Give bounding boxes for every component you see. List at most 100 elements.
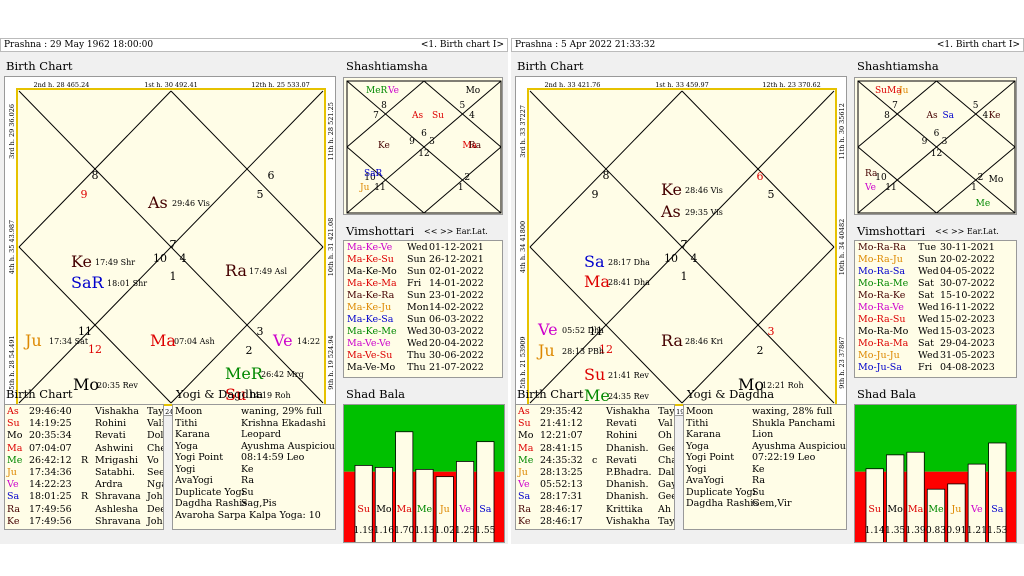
planet-row[interactable]: Me 24:35:32 c Revati Cha bbox=[518, 455, 674, 467]
shad-bala-chart[interactable]: Su 1.19 Mo 1.16 Ma 1.70 Me 1.13 Ju 1.02 Ve 1.25 Sa 1.… bbox=[343, 404, 505, 543]
shash-house-number: 8 bbox=[381, 101, 387, 111]
yogi-row: AvaYogi Ra bbox=[175, 475, 335, 487]
house-number: 7 bbox=[681, 238, 688, 251]
dasha-row[interactable]: Ma-Ke-Su Sun 26-12-2021 bbox=[347, 254, 502, 266]
planet-row[interactable]: Ve 14:22:23 Ardra Nga bbox=[7, 479, 163, 491]
dasha-period: Ma-Ve-Ve bbox=[347, 338, 391, 349]
dasha-row[interactable]: Ma-Ke-Ve Wed 01-12-2021 bbox=[347, 242, 502, 254]
dasha-row[interactable]: Ma-Ke-Mo Sun 02-01-2022 bbox=[347, 266, 502, 278]
chart-selector[interactable]: <1. Birth chart I> bbox=[421, 39, 504, 51]
dasha-row[interactable]: Mo-Ra-Mo Wed 15-03-2023 bbox=[858, 326, 1016, 338]
shad-label-ve: Ve bbox=[970, 504, 983, 515]
dasha-day: Sun bbox=[407, 314, 426, 325]
planet-row[interactable]: As 29:35:42 Vishakha Tay bbox=[518, 406, 674, 418]
planet-nakshatra: Rohini bbox=[95, 418, 127, 430]
birth-chart[interactable]: 2nd h. 33 421.766th h. 31 378.161st h. 3… bbox=[515, 76, 847, 416]
yogi-row: Moon waxing, 28% full bbox=[686, 406, 846, 418]
planet-degree: 14:22:23 bbox=[29, 479, 72, 491]
dasha-period: Mo-Ra-Sa bbox=[858, 266, 906, 277]
yogi-value: Ra bbox=[241, 475, 255, 486]
planet-su-degree: 21:41 Rev bbox=[608, 371, 649, 380]
shad-label-sa: Sa bbox=[479, 504, 492, 515]
dasha-row[interactable]: Mo-Ra-Me Sat 30-07-2022 bbox=[858, 278, 1016, 290]
planet-table[interactable]: As 29:35:42 Vishakha Tay Su 21:41:12 Revati Val… bbox=[515, 404, 675, 530]
dasha-row[interactable]: Ma-Ve-Ve Wed 20-04-2022 bbox=[347, 338, 502, 350]
dasha-row[interactable]: Mo-Ra-Ra Tue 30-11-2021 bbox=[858, 242, 1016, 254]
planet-row[interactable]: Ma 07:04:07 Ashwini Che bbox=[7, 443, 163, 455]
planet-as-label: As bbox=[147, 193, 168, 212]
dasha-row[interactable]: Mo-Ra-Su Wed 15-02-2023 bbox=[858, 314, 1016, 326]
planet-row[interactable]: Mo 20:35:34 Revati Dol bbox=[7, 430, 163, 442]
yogi-dagdha-box[interactable]: Moon waning, 29% full Tithi Krishna Ekadash… bbox=[172, 404, 336, 530]
planet-row[interactable]: Ju 28:13:25 P.Bhadra. Dal bbox=[518, 467, 674, 479]
planet-abbr: Me bbox=[7, 454, 23, 466]
yogi-value: 07:22:19 Leo bbox=[752, 452, 816, 463]
chart-selector[interactable]: <1. Birth chart I> bbox=[937, 39, 1020, 51]
planet-nakshatra: Ashwini bbox=[95, 442, 134, 454]
dasha-row[interactable]: Ma-Ke-Ra Sun 23-01-2022 bbox=[347, 290, 502, 302]
planet-ra-label: Ra bbox=[661, 331, 683, 350]
house-strength-right: 11th h. 28 521.25 bbox=[327, 102, 335, 161]
planet-nakshatra: Mrigashi bbox=[95, 454, 139, 466]
yogi-dagdha-box[interactable]: Moon waxing, 28% full Tithi Shukla Panchami… bbox=[683, 404, 847, 530]
shad-bala-chart[interactable]: Su 1.14 Mo 1.35 Ma 1.39 Me 0.83 Ju 0.91 Ve 1.21 Sa 1.… bbox=[854, 404, 1017, 543]
house-number: 8 bbox=[92, 169, 99, 182]
planet-degree: 05:52:13 bbox=[540, 479, 583, 491]
dasha-row[interactable]: Mo-Ju-Sa Fri 04-08-2023 bbox=[858, 362, 1016, 374]
planet-row[interactable]: Ra 28:46:17 Krittika Ah bbox=[518, 504, 674, 516]
dasha-row[interactable]: Mo-Ju-Ju Wed 31-05-2023 bbox=[858, 350, 1016, 362]
dasha-row[interactable]: Mo-Ra-Ma Sat 29-04-2023 bbox=[858, 338, 1016, 350]
dasha-period: Ma-Ke-Mo bbox=[347, 266, 397, 277]
shad-value-mo: 1.16 bbox=[374, 526, 394, 536]
planet-row[interactable]: Sa 28:17:31 Dhanish. Gee bbox=[518, 491, 674, 503]
planet-row[interactable]: Ma 28:41:15 Dhanish. Gee bbox=[518, 443, 674, 455]
planet-degree: 28:13:25 bbox=[540, 466, 583, 478]
dasha-list[interactable]: Ma-Ke-Ve Wed 01-12-2021 Ma-Ke-Su Sun 26-12-20… bbox=[343, 240, 503, 378]
planet-degree: 14:19:25 bbox=[29, 418, 72, 430]
yogi-value: Su bbox=[752, 486, 765, 498]
dasha-row[interactable]: Ma-Ve-Su Thu 30-06-2022 bbox=[347, 350, 502, 362]
house-strength-top: 2nd h. 28 465.24 bbox=[33, 81, 89, 89]
yogi-row: Duplicate Yogi Su bbox=[175, 487, 335, 499]
yogi-key: AvaYogi bbox=[686, 475, 724, 486]
dasha-row[interactable]: Ma-Ke-Sa Sun 06-03-2022 bbox=[347, 314, 502, 326]
birth-chart-title: Birth Chart bbox=[517, 59, 584, 73]
planet-row[interactable]: Ra 17:49:56 Ashlesha Dee bbox=[7, 504, 163, 516]
shashtiamsha-chart[interactable]: 7 8 5 4 9 6 3 12 10 11 2 1 Su Ma Ju As Sa Ke Ra Ve Mo Me bbox=[854, 77, 1017, 215]
dasha-list[interactable]: Mo-Ra-Ra Tue 30-11-2021 Mo-Ra-Ju Sun 20-02-20… bbox=[854, 240, 1017, 378]
planet-row[interactable]: Ve 05:52:13 Dhanish. Gay bbox=[518, 479, 674, 491]
planet-as-label: As bbox=[660, 202, 681, 221]
planet-table[interactable]: As 29:46:40 Vishakha Tay Su 14:19:25 Rohini Val… bbox=[4, 404, 164, 530]
planet-row[interactable]: Su 21:41:12 Revati Val bbox=[518, 418, 674, 430]
dasha-nav[interactable]: << >> Ear.Lat. bbox=[424, 227, 488, 236]
birth-chart[interactable]: 2nd h. 28 465.246th h. 33 431.621st h. 3… bbox=[4, 76, 336, 416]
planet-row[interactable]: Me 26:42:12 R Mrigashi Vo bbox=[7, 455, 163, 467]
planet-row[interactable]: As 29:46:40 Vishakha Tay bbox=[7, 406, 163, 418]
dasha-row[interactable]: Mo-Ra-Ke Sat 15-10-2022 bbox=[858, 290, 1016, 302]
planet-nakshatra: Dhanish. bbox=[606, 442, 649, 454]
planet-row[interactable]: Sa 18:01:25 R Shravana Joh bbox=[7, 491, 163, 503]
dasha-date: 21-07-2022 bbox=[429, 362, 484, 373]
dasha-period: Ma-Ve-Su bbox=[347, 350, 393, 361]
house-strength-right: 10th h. 31 421.08 bbox=[327, 218, 335, 277]
shashtiamsha-chart[interactable]: 8 7 5 4 9 6 3 12 10 11 2 1 MeR Ve Mo As Su Ke Ma Ra SaR Ju bbox=[343, 77, 503, 215]
yogi-key: Yogi Point bbox=[686, 452, 735, 463]
dasha-row[interactable]: Mo-Ra-Ju Sun 20-02-2022 bbox=[858, 254, 1016, 266]
dasha-row[interactable]: Ma-Ke-Ma Fri 14-01-2022 bbox=[347, 278, 502, 290]
house-strength-top: 1st h. 33 459.97 bbox=[655, 81, 709, 89]
shash-house-number: 8 bbox=[884, 111, 890, 121]
planet-row[interactable]: Ju 17:34:36 Satabhi. See bbox=[7, 467, 163, 479]
planet-sound: Dee bbox=[147, 503, 164, 515]
dasha-date: 15-03-2023 bbox=[940, 326, 995, 337]
dasha-row[interactable]: Ma-Ve-Mo Thu 21-07-2022 bbox=[347, 362, 502, 374]
planet-abbr: Su bbox=[518, 418, 531, 430]
dasha-row[interactable]: Mo-Ra-Sa Wed 04-05-2022 bbox=[858, 266, 1016, 278]
dasha-row[interactable]: Ma-Ke-Me Wed 30-03-2022 bbox=[347, 326, 502, 338]
planet-row[interactable]: Ke 28:46:17 Vishakha Tay bbox=[518, 516, 674, 528]
planet-row[interactable]: Ke 17:49:56 Shravana Joh bbox=[7, 516, 163, 528]
dasha-row[interactable]: Mo-Ra-Ve Wed 16-11-2022 bbox=[858, 302, 1016, 314]
dasha-nav[interactable]: << >> Ear.Lat. bbox=[935, 227, 999, 236]
dasha-row[interactable]: Ma-Ke-Ju Mon 14-02-2022 bbox=[347, 302, 502, 314]
planet-row[interactable]: Mo 12:21:07 Rohini Oh bbox=[518, 430, 674, 442]
planet-row[interactable]: Su 14:19:25 Rohini Vali bbox=[7, 418, 163, 430]
